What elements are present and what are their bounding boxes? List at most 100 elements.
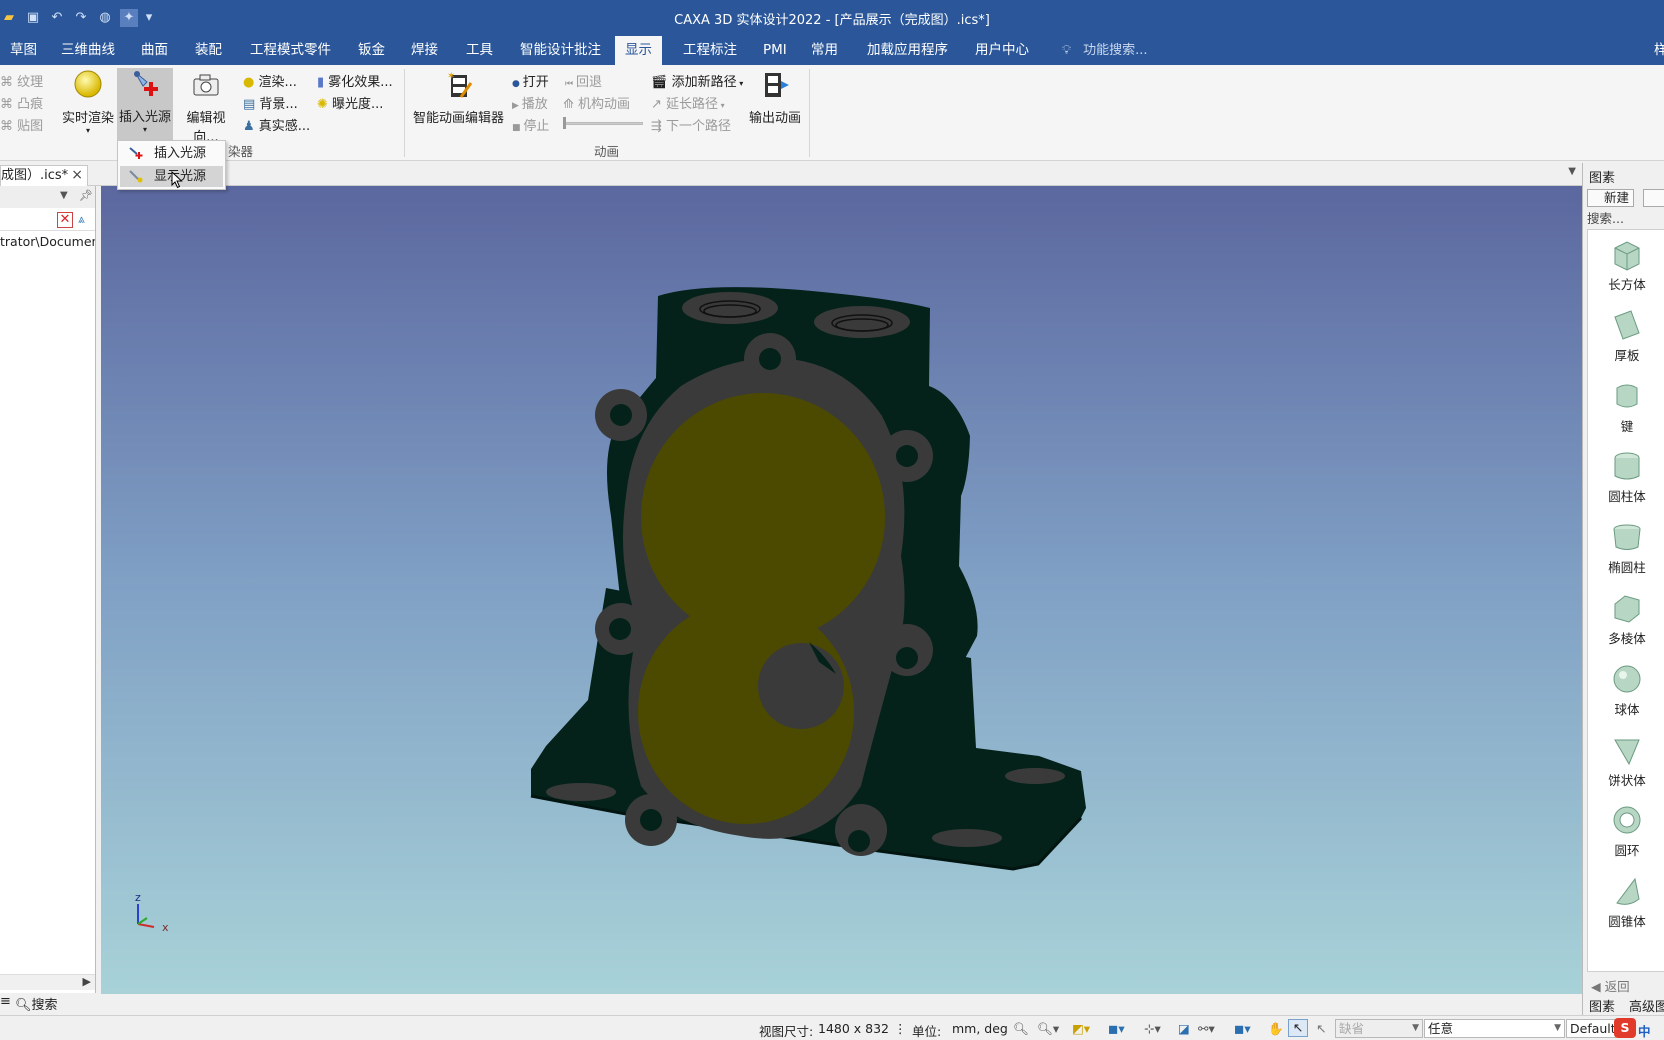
extend-path-button[interactable]: ↗ 延长路径 ▾ (651, 93, 725, 112)
tab-advanced[interactable]: 高级图 (1629, 996, 1664, 1015)
element-item[interactable]: 圆锥体 (1588, 873, 1664, 930)
view-orient-icon[interactable]: ◩▾ (1072, 1021, 1090, 1036)
back-button[interactable]: ◀ 返回 (1591, 976, 1630, 995)
insert-light-button[interactable]: 插入光源 ▾ (117, 68, 173, 140)
texture-icon: ⌘ (0, 75, 18, 90)
tab-14[interactable]: 用户中心 (965, 36, 1039, 65)
close-icon[interactable]: × (71, 166, 83, 185)
anim-stop-button[interactable]: ■ 停止 (512, 115, 549, 134)
display-mode-icon[interactable]: ◼▾ (1234, 1021, 1251, 1036)
realtime-render-button[interactable]: 实时渲染 ▾ (60, 69, 116, 135)
clear-filter-icon[interactable]: ✕ (57, 212, 73, 228)
anim-open-button[interactable]: ● 打开 (512, 71, 549, 90)
feature-search[interactable]: 💡︎ 功能搜索... (1062, 36, 1148, 65)
open-catalog-button[interactable] (1643, 189, 1664, 207)
tab-6[interactable]: 焊接 (401, 36, 448, 65)
tab-7[interactable]: 工具 (456, 36, 503, 65)
tab-1[interactable]: 三维曲线 (51, 36, 125, 65)
chevron-down-icon[interactable]: ▼ (60, 190, 68, 201)
filter-icon[interactable]: ⩓ (78, 212, 85, 227)
panel-title: 图素 (1589, 171, 1616, 186)
select-arrow-icon[interactable]: ↖ (1288, 1019, 1308, 1037)
element-item[interactable]: 球体 (1588, 661, 1664, 718)
lightbulb-icon: 💡︎ (1062, 43, 1072, 58)
cone-icon (1616, 877, 1640, 905)
element-item[interactable]: 圆环 (1588, 802, 1664, 859)
list-icon[interactable]: ≡ (0, 994, 11, 1009)
add-path-button[interactable]: 🎬︎ 添加新路径 ▾ (651, 71, 743, 90)
search-icon: 🔍︎ (15, 998, 32, 1013)
fog-button[interactable]: ▮ 雾化效果... (317, 71, 393, 90)
element-item[interactable]: 长方体 (1588, 236, 1664, 293)
camera-icon (193, 74, 219, 96)
tab-2[interactable]: 曲面 (131, 36, 178, 65)
element-item[interactable]: 圆柱体 (1588, 448, 1664, 505)
tab-11[interactable]: PMI (753, 36, 797, 65)
tab-0[interactable]: 草图 (0, 36, 47, 65)
background-button[interactable]: ▤ 背景... (243, 93, 298, 112)
horizontal-scrollbar[interactable]: ▶ (0, 974, 95, 990)
smart-anim-editor-button[interactable]: ✶ 智能动画编辑器 (411, 69, 506, 126)
tab-10[interactable]: 工程标注 (673, 36, 747, 65)
export-anim-button[interactable]: 输出动画 (748, 69, 802, 126)
tab-8[interactable]: 智能设计批注 (510, 36, 611, 65)
chevron-down-icon[interactable]: ▼ (1568, 166, 1576, 177)
pin-icon[interactable]: 📌︎ (79, 189, 93, 202)
extend-icon: ↗ (651, 97, 667, 112)
texture-button[interactable]: ⌘ 纹理 (0, 71, 43, 90)
cube-view-icon[interactable]: ◼▾ (1108, 1021, 1125, 1036)
tab-4[interactable]: 工程模式零件 (240, 36, 341, 65)
mechanism-anim-button[interactable]: ⟰ 机构动画 (563, 93, 630, 112)
tab-5[interactable]: 钣金 (348, 36, 395, 65)
search-tab[interactable]: 🔍︎搜索 (15, 994, 58, 1013)
insert-light-menu: 插入光源 显示光源 (117, 140, 226, 190)
constraint-icon[interactable]: ⚯▾ (1198, 1021, 1215, 1036)
zoom-icon[interactable]: 🔍︎ (1013, 1021, 1029, 1037)
light-toggle-icon[interactable]: ✋ (1268, 1021, 1284, 1037)
zoom-dropdown-icon[interactable]: 🔍︎▾ (1037, 1021, 1059, 1037)
element-item[interactable]: 厚板 (1588, 307, 1664, 364)
element-item[interactable]: 键 (1588, 378, 1664, 435)
thick-plate-icon (1614, 310, 1640, 340)
part-render: z x (135, 287, 1086, 934)
document-tab[interactable]: 成图）.ics* × (0, 165, 88, 186)
menu-item-insert-light[interactable]: 插入光源 (120, 143, 223, 164)
render-settings-button[interactable]: ● 渲染... (243, 71, 297, 90)
ime-icon[interactable]: S (1614, 1018, 1636, 1038)
pick-mode-select[interactable]: 任意 ▼ (1424, 1019, 1565, 1038)
style-select[interactable]: Default (1566, 1019, 1616, 1038)
tab-3[interactable]: 装配 (185, 36, 232, 65)
tree-root-path[interactable]: trator\Documen (0, 234, 95, 249)
chevron-down-icon: ▾ (142, 125, 147, 134)
anim-rewind-button[interactable]: ⏮ 回退 (565, 71, 602, 90)
film-editor-icon: ✶ (447, 71, 472, 98)
sphere-icon: ● (243, 75, 259, 90)
pick-priority-select[interactable]: 缺省 ▼ (1335, 1019, 1423, 1038)
tab-9[interactable]: 显示 (615, 36, 662, 65)
exposure-button[interactable]: ✺ 曝光度... (317, 93, 383, 112)
triad-icon[interactable]: ⊹▾ (1144, 1021, 1161, 1036)
anim-play-button[interactable]: ▶ 播放 (512, 93, 548, 112)
style-tab[interactable]: 样 (1644, 36, 1664, 65)
3d-viewport[interactable]: z x (101, 186, 1582, 994)
realism-button[interactable]: ♟ 真实感... (243, 115, 310, 134)
element-item[interactable]: 饼状体 (1588, 732, 1664, 789)
show-light-icon (129, 170, 143, 183)
tab-13[interactable]: 加载应用程序 (857, 36, 958, 65)
anim-timeline-slider[interactable] (563, 122, 643, 125)
sphere-icon (1613, 665, 1641, 693)
tab-12[interactable]: 常用 (801, 36, 848, 65)
emboss-button[interactable]: ⌘ 凸痕 (0, 93, 43, 112)
element-item[interactable]: 多棱体 (1588, 590, 1664, 647)
tab-elements[interactable]: 图素 (1589, 996, 1615, 1015)
scroll-right-icon[interactable]: ▶ (83, 975, 91, 988)
pick-filter-icon[interactable]: ↖ (1316, 1021, 1326, 1036)
next-path-button[interactable]: ⇶ 下一个路径 (651, 115, 731, 134)
chevron-down-icon: ▾ (85, 126, 90, 135)
section-icon[interactable]: ◪ (1178, 1021, 1190, 1036)
element-item[interactable]: 椭圆柱 (1588, 519, 1664, 576)
slider-handle[interactable] (563, 117, 566, 129)
decal-button[interactable]: ⌘ 贴图 (0, 115, 43, 134)
new-catalog-button[interactable]: 新建 (1587, 189, 1635, 207)
element-search[interactable]: 搜索... (1587, 208, 1624, 227)
